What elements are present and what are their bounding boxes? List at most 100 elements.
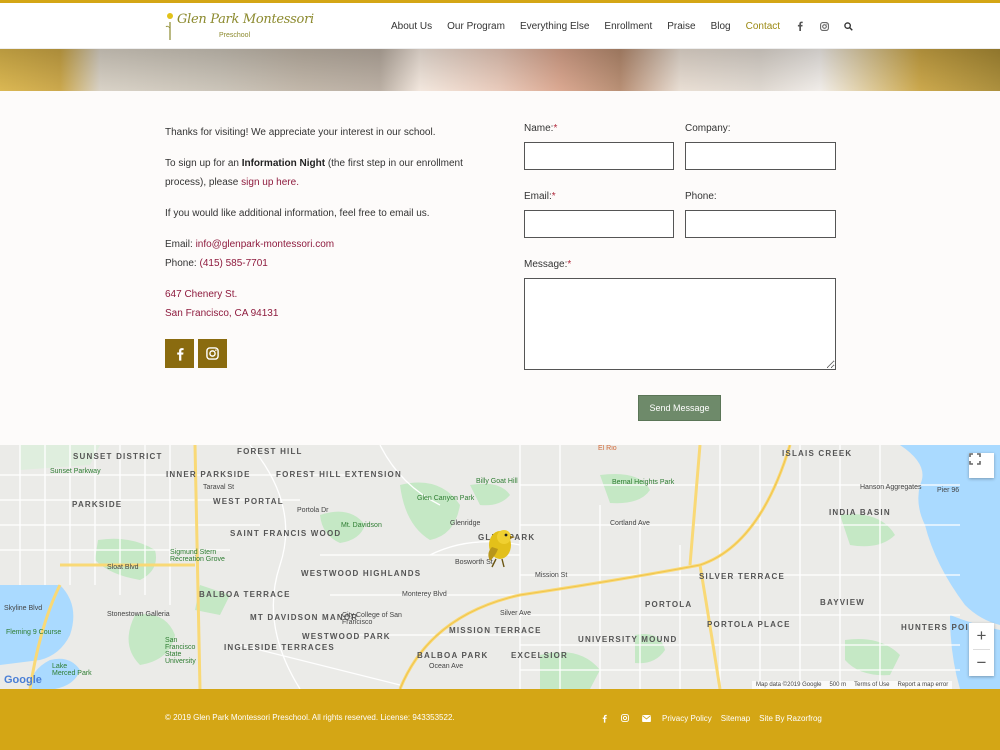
facebook-icon (176, 347, 184, 361)
main-nav: About Us Our Program Everything Else Enr… (391, 3, 867, 49)
intro-text: To sign up for an (165, 158, 242, 169)
phone-field[interactable] (685, 210, 836, 238)
street-label: Ocean Ave (429, 663, 464, 670)
terms-of-use-link[interactable]: Terms of Use (854, 682, 889, 688)
map-scale[interactable]: 500 m (829, 682, 846, 688)
intro-additional: If you would like additional information… (165, 208, 430, 219)
map-label: BALBOA PARK (417, 651, 489, 660)
street-label: Cortland Ave (610, 520, 650, 527)
hero-banner-image (0, 49, 1000, 91)
map-label: UNIVERSITY MOUND (578, 635, 678, 644)
map-label: WESTWOOD PARK (302, 632, 391, 641)
map-label: PARKSIDE (72, 500, 123, 509)
map-label: WESTWOOD HIGHLANDS (301, 569, 422, 578)
email-link[interactable]: info@glenpark-montessori.com (196, 239, 335, 250)
map-fullscreen-button[interactable] (969, 453, 994, 478)
map-label: INGLESIDE TERRACES (224, 643, 335, 652)
map-label: SILVER TERRACE (699, 572, 785, 581)
site-logo[interactable]: Glen Park Montessori Preschool (163, 8, 314, 46)
street-label: Portola Dr (297, 507, 329, 514)
nav-enrollment[interactable]: Enrollment (604, 21, 652, 32)
instagram-icon[interactable] (620, 713, 630, 723)
poi-label: Sunset Parkway (50, 468, 101, 475)
map-label: ISLAIS CREEK (782, 449, 853, 458)
map-label: SUNSET DISTRICT (73, 452, 163, 461)
nav-contact[interactable]: Contact (746, 21, 780, 32)
name-label: Name:* (524, 123, 558, 134)
nav-praise[interactable]: Praise (667, 21, 695, 32)
flower-logo-icon (165, 13, 173, 40)
name-field[interactable] (524, 142, 674, 170)
send-message-button[interactable]: Send Message (638, 395, 721, 421)
poi-label: El Rio (598, 445, 617, 452)
poi-label: City College of San Francisco (342, 612, 402, 626)
zoom-out-button[interactable]: − (969, 650, 994, 676)
address: 647 Chenery St. San Francisco, CA 94131 (165, 285, 485, 323)
bird-map-marker-icon[interactable] (482, 517, 518, 569)
facebook-icon[interactable] (795, 21, 805, 31)
phone-link[interactable]: (415) 585-7701 (199, 258, 267, 269)
email-label: Email:* (524, 191, 556, 202)
poi-label: Bernal Heights Park (612, 479, 675, 486)
nav-about-us[interactable]: About Us (391, 21, 432, 32)
poi-label: Mt. Davidson (341, 522, 382, 529)
nav-our-program[interactable]: Our Program (447, 21, 505, 32)
map-label: BALBOA TERRACE (199, 590, 291, 599)
privacy-policy-link[interactable]: Privacy Policy (662, 714, 712, 723)
site-by-link[interactable]: Site By Razorfrog (759, 714, 822, 723)
map-data-text: Map data ©2019 Google (756, 682, 822, 688)
email-label: Email: (165, 239, 196, 250)
google-logo[interactable]: Google (4, 674, 42, 686)
email-field[interactable] (524, 210, 674, 238)
zoom-in-button[interactable]: + (969, 623, 994, 649)
instagram-icon (206, 347, 219, 360)
nav-blog[interactable]: Blog (711, 21, 731, 32)
site-header: Glen Park Montessori Preschool About Us … (0, 3, 1000, 49)
map-label: INNER PARKSIDE (166, 470, 251, 479)
street-label: Sloat Blvd (107, 564, 139, 571)
poi-label: San Francisco State University (165, 637, 196, 665)
map-label: FOREST HILL (237, 447, 303, 456)
poi-label: Pier 96 (937, 487, 960, 494)
address-line-2[interactable]: San Francisco, CA 94131 (165, 308, 278, 319)
map-label: FOREST HILL EXTENSION (276, 470, 402, 479)
message-label: Message:* (524, 259, 572, 270)
poi-label: Lake Merced Park (52, 663, 92, 677)
street-label: Mission St (535, 572, 568, 579)
poi-label: Stonestown Galleria (107, 611, 170, 618)
facebook-icon[interactable] (599, 713, 609, 723)
social-buttons (165, 339, 227, 368)
contact-details: Email: info@glenpark-montessori.com Phon… (165, 235, 485, 273)
contact-intro: Thanks for visiting! We appreciate your … (165, 123, 485, 335)
report-map-error-link[interactable]: Report a map error (898, 682, 949, 688)
info-night-label: Information Night (241, 158, 326, 169)
instagram-icon[interactable] (819, 21, 829, 31)
phone-label: Phone: (685, 191, 717, 202)
street-label: Monterey Blvd (402, 591, 447, 598)
email-icon[interactable] (641, 713, 651, 723)
sitemap-link[interactable]: Sitemap (721, 714, 750, 723)
logo-text: Glen Park Montessori (177, 12, 314, 27)
map-label: INDIA BASIN (829, 508, 891, 517)
map-zoom-controls: + − (969, 623, 994, 676)
poi-label: Sigmund Stern Recreation Grove (170, 549, 225, 563)
map-label: PORTOLA PLACE (707, 620, 791, 629)
copyright-text: © 2019 Glen Park Montessori Preschool. A… (165, 713, 455, 722)
map-label: WEST PORTAL (213, 497, 284, 506)
address-line-1[interactable]: 647 Chenery St. (165, 289, 237, 300)
map-label: BAYVIEW (820, 598, 866, 607)
street-label: Silver Ave (500, 610, 531, 617)
street-label: Skyline Blvd (4, 605, 43, 612)
nav-everything-else[interactable]: Everything Else (520, 21, 589, 32)
poi-label: Glen Canyon Park (417, 495, 475, 502)
site-footer: © 2019 Glen Park Montessori Preschool. A… (0, 689, 1000, 750)
map-label: SAINT FRANCIS WOOD (230, 529, 342, 538)
fullscreen-icon (969, 453, 981, 465)
message-field[interactable] (524, 278, 836, 370)
instagram-button[interactable] (198, 339, 227, 368)
company-field[interactable] (685, 142, 836, 170)
facebook-button[interactable] (165, 339, 194, 368)
search-icon[interactable] (843, 21, 853, 31)
map-attribution: Map data ©2019 Google 500 m Terms of Use… (752, 681, 953, 689)
sign-up-link[interactable]: sign up here. (241, 177, 299, 188)
